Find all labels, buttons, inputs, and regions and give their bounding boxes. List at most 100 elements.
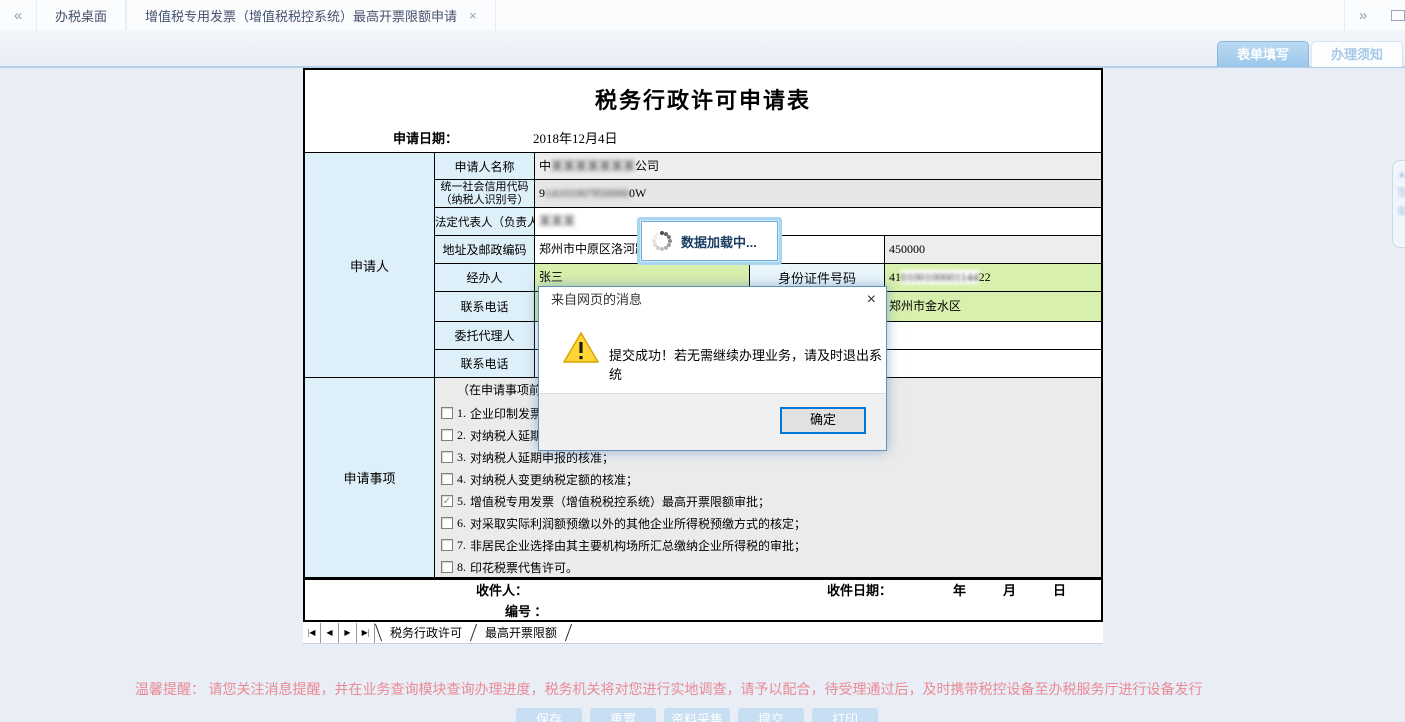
nav-tab-application[interactable]: 增值税专用发票（增值税税控系统）最高开票限额申请 × (126, 0, 496, 30)
code-suffix: 0W (629, 186, 646, 200)
month-label: 月 (1003, 580, 1016, 601)
matter-checkbox[interactable] (441, 451, 453, 463)
label-credit-code: 统一社会信用代码（纳税人识别号） (435, 180, 535, 208)
matter-checkbox[interactable] (441, 473, 453, 485)
sheet-tab-bar: |◀ ◀ ▶ ▶| 税务行政许可 最高开票限额 (303, 622, 1103, 644)
year-label: 年 (953, 580, 966, 601)
receipt-block: 收件人： 收件日期： 年 月 日 编号 ： (305, 578, 1101, 620)
close-tab-icon[interactable]: × (469, 8, 477, 23)
matter-item: 8. 印花税票代售许可。 (435, 556, 1101, 578)
sheet-nav-last-icon[interactable]: ▶| (357, 623, 375, 643)
matter-num: 8. (457, 560, 466, 575)
field-credit-code: 9141010078500000W (535, 180, 1101, 208)
expand-tabs-icon[interactable]: » (1344, 0, 1381, 30)
section-label-applicant: 申请人 (305, 152, 435, 378)
action-button-bar: 保存 重置 资料采集 提交 打印 (516, 708, 878, 722)
reminder-label: 温馨提醒： (135, 683, 205, 698)
name-prefix: 中 (539, 159, 551, 173)
matter-text: 对纳税人变更纳税定额的核准； (470, 471, 638, 488)
number-label: 编号 ： (505, 601, 547, 622)
matter-num: 3. (457, 450, 466, 465)
label-address: 地址及邮政编码 (435, 236, 535, 264)
tab-form-fill[interactable]: 表单填写 (1217, 41, 1309, 67)
nav-tab-application-label: 增值税专用发票（增值税税控系统）最高开票限额申请 (145, 6, 457, 25)
receipt-date-label: 收件日期： (827, 580, 892, 601)
matter-num: 5. (457, 494, 466, 509)
label-proxy-phone: 联系电话 (435, 350, 535, 378)
side-flyout-partial[interactable]: ▲ 签 章 (1392, 160, 1405, 248)
flyout-glyph: 签 (1397, 184, 1405, 199)
matter-num: 4. (457, 472, 466, 487)
submit-button[interactable]: 提交 (738, 708, 804, 722)
dialog-footer: 确定 (539, 393, 886, 450)
id-prefix: 41 (889, 270, 901, 284)
sheet-nav-prev-icon[interactable]: ◀ (321, 623, 339, 643)
dialog-message: 提交成功！若无需继续办理业务，请及时退出系统 (609, 345, 886, 383)
warm-reminder: 温馨提醒： 请您关注消息提醒，并在业务查询模块查询办理进度，税务机关将对您进行实… (135, 679, 1203, 699)
matter-checkbox[interactable] (441, 407, 453, 419)
ok-button[interactable]: 确定 (780, 407, 866, 434)
reminder-text: 请您关注消息提醒，并在业务查询模块查询办理进度，税务机关将对您进行实地调查，请予… (209, 683, 1203, 698)
code-redacted: 14101007850000 (545, 186, 629, 200)
name-redacted: 某某某某某某某 (551, 159, 635, 173)
matter-text: 非居民企业选择由其主要机构场所汇总缴纳企业所得税的审批； (470, 537, 806, 554)
matter-num: 1. (457, 406, 466, 421)
legal-rep-redacted: 某某某 (539, 214, 575, 228)
matter-text: 对采取实际利润额预缴以外的其他企业所得税预缴方式的核定； (470, 515, 806, 532)
matter-num: 2. (457, 428, 466, 443)
matter-num: 7. (457, 538, 466, 553)
apply-date-label: 申请日期： (393, 125, 458, 152)
matter-checkbox[interactable] (441, 429, 453, 441)
matter-item: 4. 对纳税人变更纳税定额的核准； (435, 468, 1101, 490)
data-collect-button[interactable]: 资料采集 (664, 708, 730, 722)
sheet-nav-next-icon[interactable]: ▶ (339, 623, 357, 643)
section-label-matters: 申请事项 (305, 378, 435, 578)
matter-item: 6. 对采取实际利润额预缴以外的其他企业所得税预缴方式的核定； (435, 512, 1101, 534)
sheet-tab-max-invoice[interactable]: 最高开票限额 (477, 623, 565, 643)
window-icon[interactable] (1391, 10, 1405, 21)
matter-checkbox[interactable]: ✓ (441, 495, 453, 507)
view-tabs: 表单填写 办理须知 (1215, 41, 1403, 66)
matter-text: 印花税票代售许可。 (470, 559, 578, 576)
matter-checkbox[interactable] (441, 517, 453, 529)
name-suffix: 公司 (635, 159, 659, 173)
dialog-close-icon[interactable]: × (867, 291, 876, 309)
webpage-message-dialog: 来自网页的消息 × 提交成功！若无需继续办理业务，请及时退出系统 确定 (538, 286, 887, 451)
loading-box-inner: 数据加载中... (641, 221, 778, 261)
save-button[interactable]: 保存 (516, 708, 582, 722)
label-legal-rep: 法定代表人（负责人） (435, 208, 535, 236)
nav-tab-desktop-label: 办税桌面 (55, 6, 107, 25)
matter-item: ✓ 5. 增值税专用发票（增值税税控系统）最高开票限额审批； (435, 490, 1101, 512)
apply-date-value: 2018年12月4日 (533, 125, 618, 152)
day-label: 日 (1053, 580, 1066, 601)
matter-checkbox[interactable] (441, 561, 453, 573)
label-phone: 联系电话 (435, 292, 535, 322)
toolbar-strip (0, 30, 1405, 68)
matter-text: 增值税专用发票（增值税税控系统）最高开票限额审批； (470, 493, 770, 510)
label-applicant-name: 申请人名称 (435, 152, 535, 180)
field-district[interactable]: 郑州市金水区 (885, 292, 1101, 322)
receipt-line-1: 收件人： 收件日期： 年 月 日 (305, 580, 1101, 601)
field-legal-rep[interactable]: 某某某 (535, 208, 1101, 236)
field-id-number[interactable]: 41010010000114422 (885, 264, 1101, 292)
nav-tab-desktop[interactable]: 办税桌面 (36, 0, 126, 30)
matter-checkbox[interactable] (441, 539, 453, 551)
reset-button[interactable]: 重置 (590, 708, 656, 722)
form-title: 税务行政许可申请表 (305, 70, 1101, 125)
top-bar-right: » (1344, 0, 1405, 30)
tab-notice[interactable]: 办理须知 (1311, 41, 1403, 67)
sheet-nav-first-icon[interactable]: |◀ (303, 623, 321, 643)
loading-text: 数据加载中... (681, 232, 757, 251)
dialog-title: 来自网页的消息 (539, 287, 886, 313)
sheet-tab-tax-permit[interactable]: 税务行政许可 (382, 623, 470, 643)
receipt-line-2: 编号 ： (305, 601, 1101, 622)
receiver-label: 收件人： (476, 580, 528, 601)
collapse-tabs-icon[interactable]: « (0, 0, 36, 30)
id-suffix: 22 (979, 270, 991, 284)
app-screen: « 办税桌面 增值税专用发票（增值税税控系统）最高开票限额申请 × » 表单填写… (0, 0, 1405, 722)
matter-item: 7. 非居民企业选择由其主要机构场所汇总缴纳企业所得税的审批； (435, 534, 1101, 556)
label-proxy: 委托代理人 (435, 322, 535, 350)
print-button[interactable]: 打印 (812, 708, 878, 722)
spinner-icon (651, 230, 673, 252)
loading-box: 数据加载中... (637, 217, 782, 265)
